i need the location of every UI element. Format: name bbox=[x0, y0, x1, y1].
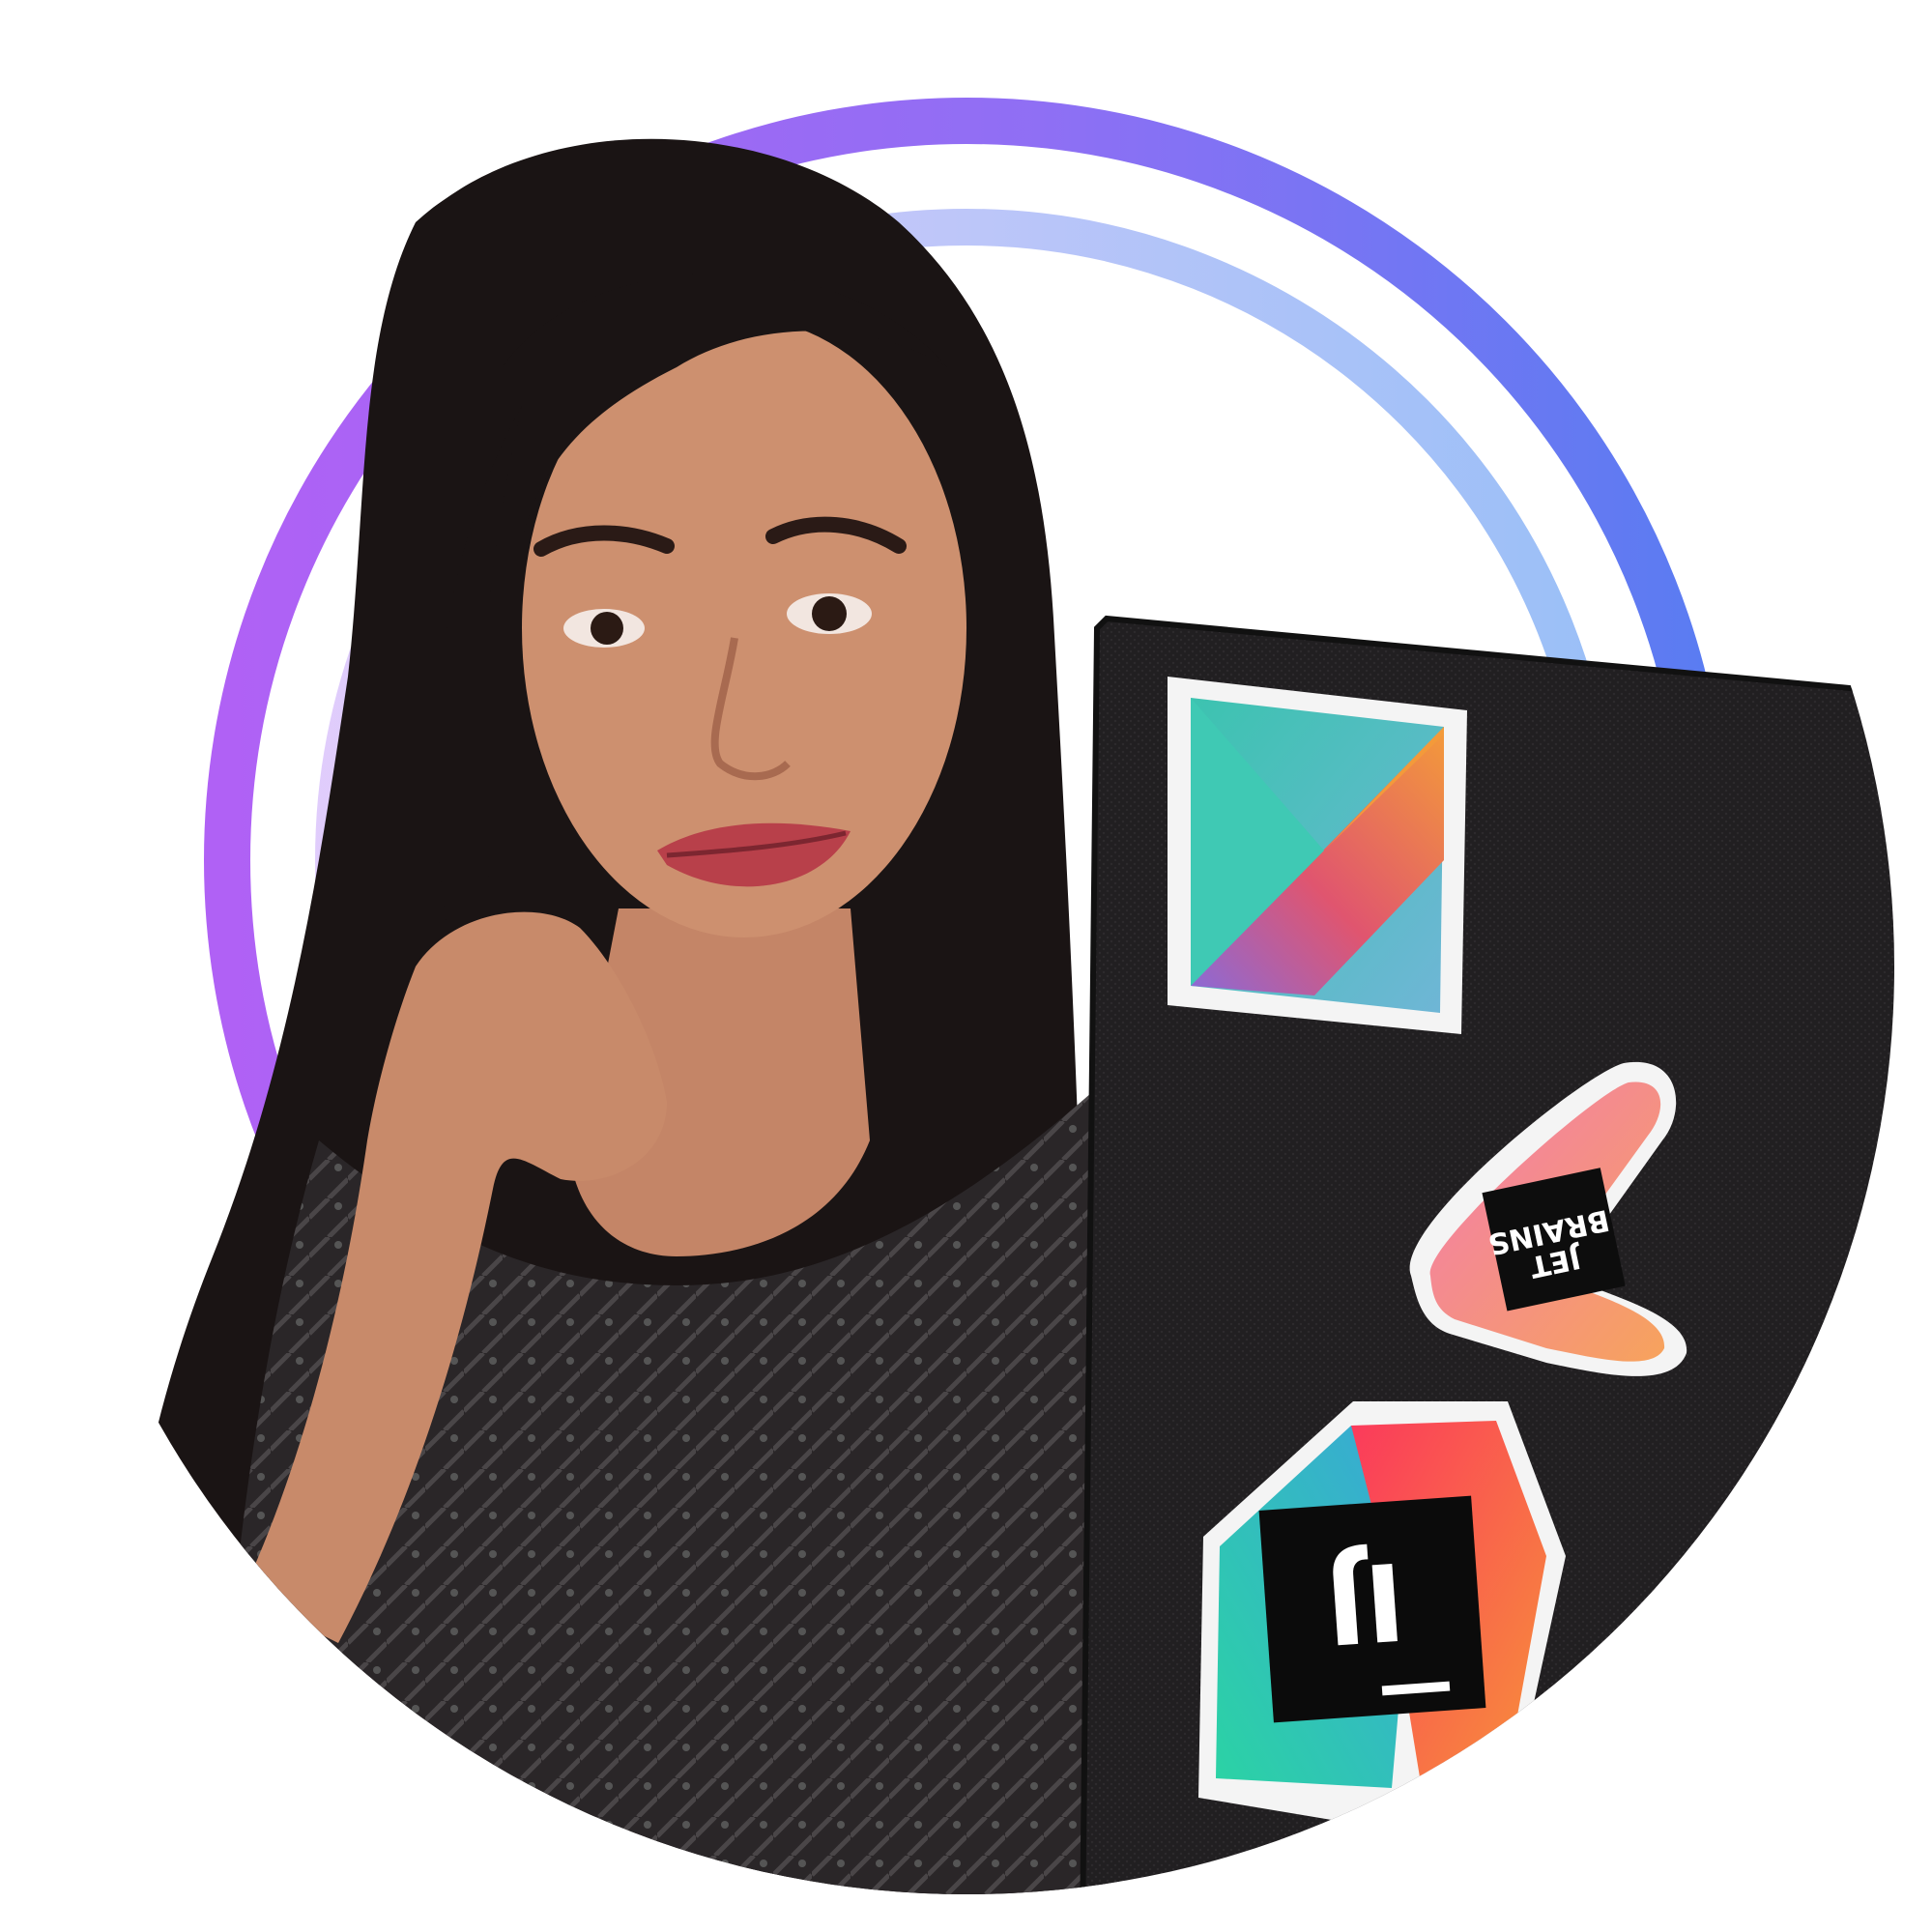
profile-avatar-scene: JET BRAINS IJ bbox=[0, 0, 1932, 1932]
kotlin-logo-sticker bbox=[1168, 677, 1467, 1034]
intellij-text: IJ bbox=[1321, 1538, 1409, 1666]
